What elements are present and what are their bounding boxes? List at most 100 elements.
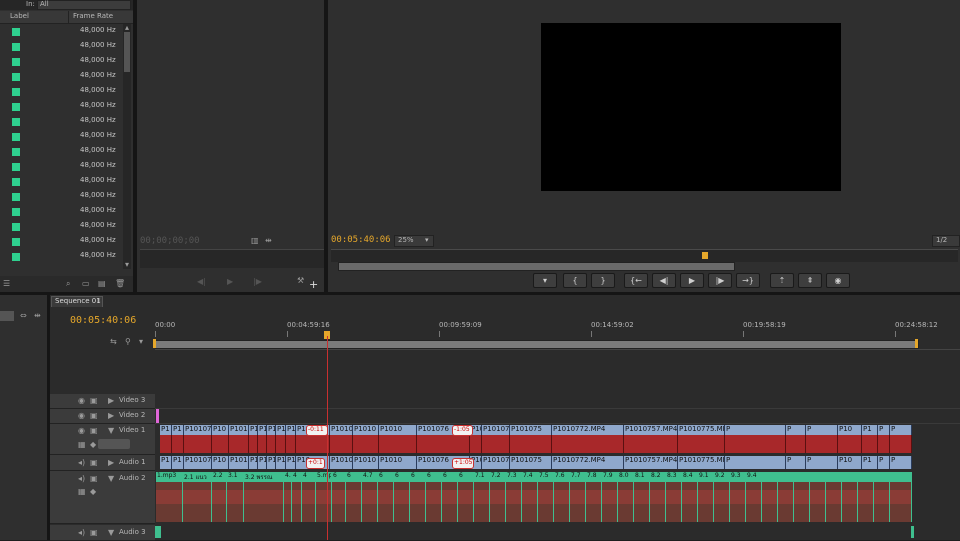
timeline-clip[interactable]: P1010772.MP4 [552, 425, 624, 453]
timeline-clip[interactable]: P1010 [330, 456, 353, 469]
timeline-clip[interactable]: P101075 [510, 456, 552, 469]
label-color-swatch[interactable] [12, 193, 20, 201]
label-color-swatch[interactable] [12, 133, 20, 141]
project-list-item[interactable]: 48,000 Hz [6, 24, 124, 39]
audio-clip[interactable]: 7.7 [570, 472, 586, 522]
step-forward-icon[interactable]: |▶ [253, 277, 262, 287]
audio-clip[interactable]: 7.8 [586, 472, 602, 522]
audio-clip[interactable]: 9.3 [730, 472, 746, 522]
audio-clip[interactable]: 6 [426, 472, 442, 522]
audio-clip[interactable]: 7.9 [602, 472, 618, 522]
timeline-clip[interactable]: P1010 [353, 456, 379, 469]
timeline-clip[interactable]: P [878, 456, 890, 469]
step-back-icon[interactable]: ◀| [197, 277, 206, 287]
work-area-start[interactable] [153, 339, 156, 348]
keyframe-icon[interactable]: ◆ [90, 487, 96, 497]
playhead-line[interactable] [327, 336, 328, 540]
display-style-icon[interactable]: ▦ [78, 440, 86, 450]
project-list-item[interactable]: 48,000 Hz [6, 159, 124, 174]
timeline-clip[interactable]: P10 [212, 456, 229, 469]
sequence-tab[interactable]: Sequence 01 × [51, 296, 103, 307]
audio-clip[interactable]: 4.7 [362, 472, 378, 522]
project-list-item[interactable]: 48,000 Hz [6, 114, 124, 129]
timeline-clip[interactable]: P1010 [379, 456, 417, 469]
column-label-header[interactable]: Label [10, 12, 29, 20]
lock-icon[interactable]: ▣ [90, 411, 98, 421]
display-style-icon[interactable]: ▦ [78, 487, 86, 497]
play-icon[interactable]: ▶ [227, 277, 233, 287]
timeline-clip[interactable]: P [786, 456, 806, 469]
label-color-swatch[interactable] [12, 43, 20, 51]
timeline-clip[interactable]: P1 [276, 456, 286, 469]
tool-selection[interactable] [0, 311, 14, 321]
program-playhead-marker[interactable] [702, 252, 708, 259]
scroll-up-icon[interactable]: ▴ [123, 23, 131, 33]
timeline-clip[interactable]: P1 [258, 456, 267, 469]
mark-in-button[interactable]: { [563, 273, 587, 288]
audio-clip[interactable] [762, 472, 778, 522]
audio-clip[interactable]: 6 [332, 472, 346, 522]
timeline-clip[interactable]: P [878, 425, 890, 453]
keyframe-nav[interactable] [98, 439, 130, 449]
audio-clip[interactable]: 8.2 [650, 472, 666, 522]
project-list-item[interactable]: 48,000 Hz [6, 99, 124, 114]
work-area-bar[interactable] [155, 340, 919, 349]
project-list-item[interactable]: 48,000 Hz [6, 39, 124, 54]
timeline-clip[interactable]: P1010757.MP4 [624, 425, 678, 453]
audio3-clip-start[interactable] [155, 526, 161, 538]
add-button-icon[interactable]: + [309, 279, 318, 290]
list-view-icon[interactable]: ☰ [3, 279, 10, 289]
timeline-clip[interactable]: P1010 [330, 425, 353, 453]
project-list-item[interactable]: 48,000 Hz [6, 129, 124, 144]
speaker-icon[interactable]: ◂) [78, 474, 85, 484]
lock-icon[interactable]: ▣ [90, 528, 98, 538]
label-color-swatch[interactable] [12, 58, 20, 66]
audio-clip[interactable]: 7.3 [506, 472, 522, 522]
timeline-clip[interactable]: P1 [172, 425, 184, 453]
project-list-item[interactable]: 48,000 Hz [6, 189, 124, 204]
project-list-item[interactable]: 48,000 Hz [6, 69, 124, 84]
audio-clip[interactable] [858, 472, 874, 522]
source-timecode[interactable]: 00;00;00;00 [140, 236, 200, 246]
timeline-clip[interactable]: P [786, 425, 806, 453]
zoom-dropdown[interactable]: 25% ▾ [394, 235, 434, 247]
lock-icon[interactable]: ▣ [90, 426, 98, 436]
audio-clip[interactable] [874, 472, 890, 522]
lane-video3[interactable] [155, 394, 960, 409]
new-item-icon[interactable]: ▤ [98, 279, 106, 289]
audio-clip[interactable]: 4 [292, 472, 302, 522]
timeline-clip[interactable]: P1010775.MP4 [V] [678, 425, 725, 453]
eye-icon[interactable]: ◉ [78, 411, 85, 421]
label-color-swatch[interactable] [12, 238, 20, 246]
column-frame-rate-header[interactable]: Frame Rate [73, 12, 113, 20]
timeline-clip[interactable]: P1 [160, 425, 172, 453]
timeline-clip[interactable]: P1 [172, 456, 184, 469]
timeline-clip[interactable]: P101 [229, 425, 249, 453]
label-color-swatch[interactable] [12, 253, 20, 261]
audio-clip[interactable]: 5.mp3 [316, 472, 332, 522]
program-zoom-bar[interactable] [338, 262, 735, 271]
timeline-clip[interactable]: P [725, 425, 786, 453]
project-list-item[interactable]: 48,000 Hz [6, 204, 124, 219]
audio-clip[interactable]: 2.1 แนว [183, 472, 212, 522]
audio3-clip-end[interactable] [911, 526, 914, 538]
add-marker-icon[interactable]: ▾ [139, 337, 143, 347]
timeline-clip[interactable]: P [725, 456, 786, 469]
new-bin-icon[interactable]: ▭ [82, 279, 90, 289]
lane-video2[interactable] [155, 409, 960, 424]
play-button[interactable]: ▶ [680, 273, 704, 288]
audio-clip[interactable]: 2.2 [212, 472, 227, 522]
timeline-clip[interactable]: P1010 [353, 425, 379, 453]
project-list-item[interactable]: 48,000 Hz [6, 84, 124, 99]
snap-icon[interactable]: ⇆ [110, 337, 117, 347]
lift-button[interactable]: ⇡ [770, 273, 794, 288]
project-list-item[interactable]: 48,000 Hz [6, 174, 124, 189]
settings-icon[interactable]: ⚒ [297, 276, 304, 286]
timeline-clip[interactable]: P10 [838, 425, 862, 453]
audio-clip[interactable]: 8.1 [634, 472, 650, 522]
audio-clip[interactable]: 9.4 [746, 472, 762, 522]
close-icon[interactable]: × [96, 297, 101, 304]
timeline-clip[interactable]: P [806, 425, 838, 453]
label-color-swatch[interactable] [12, 208, 20, 216]
audio-clip[interactable] [890, 472, 912, 522]
